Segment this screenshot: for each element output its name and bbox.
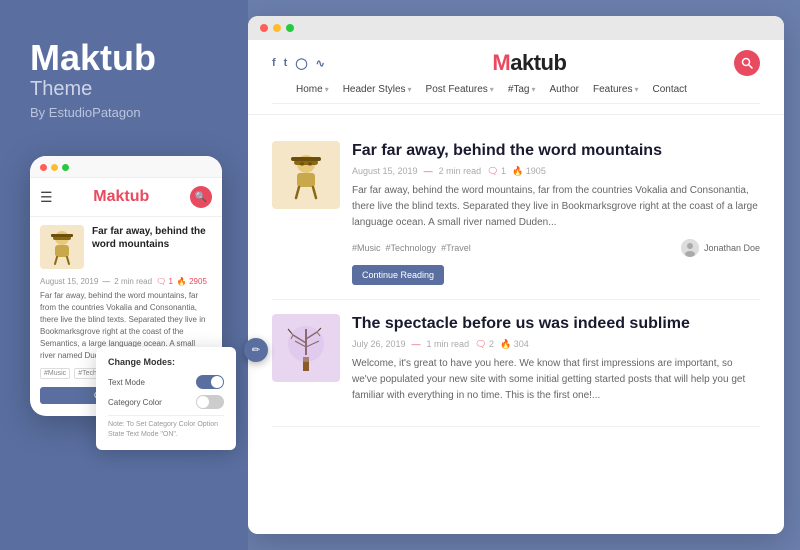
social-icons: f t ◯ ∿	[272, 57, 325, 70]
author-info-1: Jonathan Doe	[681, 239, 760, 257]
text-mode-row: Text Mode	[108, 375, 224, 389]
main-wrapper: Maktub Theme By EstudioPatagon ☰ Maktub …	[0, 0, 800, 550]
instagram-icon[interactable]: ◯	[295, 57, 307, 70]
chevron-icon: ▾	[634, 85, 638, 94]
mobile-dot-yellow	[51, 164, 58, 171]
nav-contact[interactable]: Contact	[652, 84, 686, 95]
chevron-icon: ▾	[325, 85, 329, 94]
nav-tag[interactable]: #Tag ▾	[508, 84, 536, 95]
article-meta-2: July 26, 2019 — 1 min read 🗨 2 🔥 304	[352, 339, 760, 350]
popup-title: Change Modes:	[108, 357, 224, 367]
mobile-article: Far far away, behind the word mountains	[30, 217, 222, 277]
detective-illustration	[43, 228, 81, 266]
article-title-1: Far far away, behind the word mountains	[352, 141, 760, 162]
article-views-2: 🔥 304	[500, 339, 529, 350]
article-thumbnail-1	[272, 141, 340, 209]
article-excerpt-2: Welcome, it's great to have you here. We…	[352, 356, 760, 404]
author-name-1: Jonathan Doe	[704, 243, 760, 253]
article-card-2: The spectacle before us was indeed subli…	[272, 300, 760, 427]
article-date-1: August 15, 2019	[352, 166, 418, 176]
left-panel: Maktub Theme By EstudioPatagon ☰ Maktub …	[0, 0, 248, 550]
logo-m-red: M	[492, 50, 510, 75]
desktop-mockup: f t ◯ ∿ Maktub	[248, 16, 784, 534]
tag-music[interactable]: #Music	[352, 243, 381, 253]
article-card-1: Far far away, behind the word mountains …	[272, 127, 760, 300]
site-header-top: f t ◯ ∿ Maktub	[272, 50, 760, 76]
desktop-dot-red	[260, 24, 268, 32]
brand-title: Maktub	[30, 40, 156, 76]
article-readtime-2: 1 min read	[427, 339, 470, 349]
mobile-tag-music: #Music	[40, 368, 70, 379]
article-body-2: The spectacle before us was indeed subli…	[352, 314, 760, 412]
hamburger-icon[interactable]: ☰	[40, 189, 53, 206]
article-views-1: 🔥 1905	[512, 166, 546, 177]
search-icon	[741, 57, 753, 69]
article-meta-1: August 15, 2019 — 2 min read 🗨 1 🔥 1905	[352, 166, 760, 177]
tag-technology[interactable]: #Technology	[386, 243, 437, 253]
twitter-icon[interactable]: t	[284, 57, 288, 69]
article-title-2: The spectacle before us was indeed subli…	[352, 314, 760, 335]
popup-note: Note: To Set Category Color Option State…	[108, 415, 224, 440]
brand-by: By EstudioPatagon	[30, 105, 141, 120]
text-mode-toggle[interactable]	[196, 375, 224, 389]
article-comments-1: 🗨 1	[487, 166, 506, 177]
articles-list: Far far away, behind the word mountains …	[248, 115, 784, 439]
nav-post-features[interactable]: Post Features ▾	[426, 84, 494, 95]
mobile-dot-green	[62, 164, 69, 171]
nav-features[interactable]: Features ▾	[593, 84, 638, 95]
mobile-header: ☰ Maktub 🔍	[30, 178, 222, 217]
article-illustration-2	[277, 319, 335, 377]
mobile-article-title: Far far away, behind the word mountains	[92, 225, 212, 251]
desktop-content: f t ◯ ∿ Maktub	[248, 40, 784, 534]
mobile-top-bar	[30, 156, 222, 178]
article-excerpt-1: Far far away, behind the word mountains,…	[352, 183, 760, 231]
category-color-label: Category Color	[108, 398, 162, 407]
article-body-1: Far far away, behind the word mountains …	[352, 141, 760, 285]
chevron-icon: ▾	[532, 85, 536, 94]
text-mode-label: Text Mode	[108, 378, 145, 387]
mobile-article-meta: August 15, 2019 — 2 min read 🗨 1 🔥 2905	[30, 277, 222, 286]
logo-letter-m: M	[93, 188, 106, 205]
mobile-article-thumbnail	[40, 225, 84, 269]
tag-travel[interactable]: #Travel	[441, 243, 471, 253]
desktop-dot-yellow	[273, 24, 281, 32]
desktop-top-bar	[248, 16, 784, 40]
nav-author[interactable]: Author	[550, 84, 579, 95]
toggle-knob	[211, 376, 223, 388]
chevron-icon: ▾	[408, 85, 412, 94]
rss-icon[interactable]: ∿	[316, 57, 325, 70]
category-color-row: Category Color	[108, 395, 224, 409]
category-color-toggle[interactable]	[196, 395, 224, 409]
article-readtime-1: 2 min read	[439, 166, 482, 176]
mobile-search-button[interactable]: 🔍	[190, 186, 212, 208]
site-logo: Maktub	[492, 50, 566, 76]
article-footer-1: #Music #Technology #Travel	[352, 239, 760, 257]
nav-header-styles[interactable]: Header Styles ▾	[343, 84, 412, 95]
site-nav: Home ▾ Header Styles ▾ Post Features ▾ #…	[272, 84, 760, 104]
change-modes-popup: Change Modes: Text Mode Category Color N…	[96, 347, 236, 450]
site-header: f t ◯ ∿ Maktub	[248, 40, 784, 115]
article-thumbnail-2	[272, 314, 340, 382]
facebook-icon[interactable]: f	[272, 57, 276, 69]
toggle-knob-2	[197, 396, 209, 408]
chevron-icon: ▾	[490, 85, 494, 94]
article-comments-2: 🗨 2	[475, 339, 494, 350]
mobile-logo: Maktub	[93, 188, 149, 206]
brand-subtitle: Theme	[30, 78, 92, 101]
article-tags-1: #Music #Technology #Travel	[352, 243, 471, 253]
pen-icon[interactable]: ✏	[244, 338, 268, 362]
desktop-dot-green	[286, 24, 294, 32]
nav-home[interactable]: Home ▾	[296, 84, 329, 95]
author-avatar-1	[681, 239, 699, 257]
pen-icon-wrapper: ✏	[244, 338, 268, 362]
continue-reading-button-1[interactable]: Continue Reading	[352, 265, 444, 285]
article-illustration-1	[277, 146, 335, 204]
article-date-2: July 26, 2019	[352, 339, 406, 349]
desktop-search-button[interactable]	[734, 50, 760, 76]
mobile-dot-red	[40, 164, 47, 171]
